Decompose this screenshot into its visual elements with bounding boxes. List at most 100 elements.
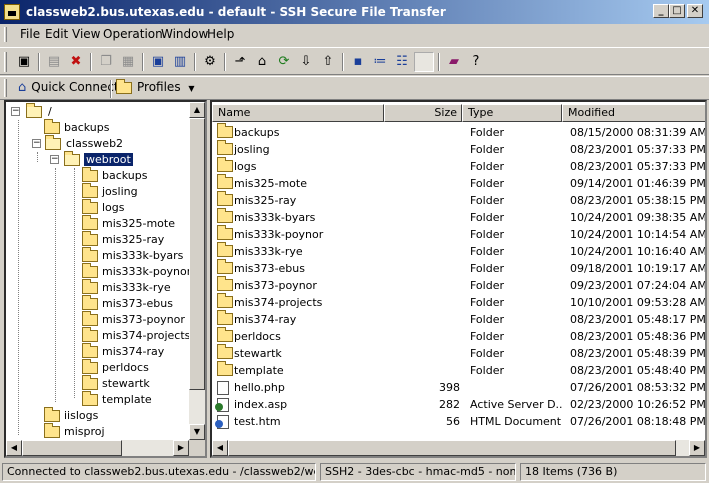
file-modified: 08/23/2001 05:48:36 PM [570,330,706,343]
file-row[interactable]: hello.php 398 07/26/2001 08:53:32 PM [214,379,705,396]
file-row[interactable]: mis325-mote Folder 09/14/2001 01:46:39 PM [214,174,705,192]
file-size: 398 [439,381,460,394]
scroll-down-icon[interactable]: ▼ [189,424,205,440]
file-list-horizontal-scrollbar[interactable]: ◀ ▶ [212,440,705,456]
column-header-type[interactable]: Type [462,104,562,122]
file-row[interactable]: index.asp 282 Active Server D... 02/23/2000… [214,396,705,413]
folder-icon [217,174,233,189]
tree-item-label: mis325-ray [102,233,165,246]
file-row[interactable]: mis374-projects Folder 10/10/2001 09:53:28… [214,293,705,311]
list-view-icon[interactable]: ≔ [370,52,390,72]
scroll-up-icon[interactable]: ▲ [189,102,205,118]
file-row[interactable]: template Folder 08/23/2001 05:48:40 PM [214,361,706,379]
menu-help[interactable]: Help [207,27,234,41]
file-name: josling [234,143,270,156]
folder-tree[interactable]: − / backups − classweb2 − webroot backup… [4,100,207,458]
details-view-icon[interactable]: ☷ [392,52,412,72]
tree-vertical-scrollbar[interactable]: ▲ ▼ [189,102,205,440]
file-type: Folder [470,347,504,360]
scroll-thumb[interactable] [22,440,122,456]
tree-line [74,168,75,398]
file-row[interactable]: stewartk Folder 08/23/2001 05:48:39 PM [214,344,705,362]
file-row[interactable]: mis373-poynor Folder 09/23/2001 07:24:04 A… [214,276,705,294]
upload-icon[interactable]: ⇧ [318,52,338,72]
close-button[interactable]: ✕ [687,4,703,18]
file-modified: 08/23/2001 05:48:40 PM [570,364,706,377]
toolbar-separator [194,53,196,71]
new-terminal-icon[interactable]: ▣ [148,52,168,72]
file-row[interactable]: mis374-ray Folder 08/23/2001 05:48:17 PM [214,310,705,328]
maximize-button[interactable]: □ [669,4,685,18]
column-header-size[interactable]: Size [384,104,462,122]
file-size: 56 [446,415,460,428]
file-row[interactable]: mis325-ray Folder 08/23/2001 05:38:15 PM [214,191,705,209]
file-name: mis325-mote [234,177,307,190]
download-icon[interactable]: ⇩ [296,52,316,72]
collapse-icon[interactable]: − [32,139,41,148]
whats-this-icon[interactable]: ? [466,52,486,72]
large-icons-view-icon[interactable]: ▪ [348,52,368,72]
folder-icon [217,293,233,308]
scroll-thumb[interactable] [189,118,205,390]
new-connection-icon[interactable]: ▤ [44,52,64,72]
menu-operation[interactable]: Operation [103,27,163,41]
menu-window[interactable]: Window [161,27,208,41]
file-type: Folder [470,296,504,309]
toolbar-separator [38,53,40,71]
scroll-right-icon[interactable]: ▶ [689,440,705,456]
quick-connect-button[interactable]: ⌂ Quick Connect [18,80,119,95]
menu-file[interactable]: File [20,27,40,41]
file-row[interactable]: mis333k-byars Folder 10/24/2001 09:38:35 A… [214,208,705,226]
scroll-left-icon[interactable]: ◀ [6,440,22,456]
scroll-thumb[interactable] [228,440,676,456]
file-name: backups [234,126,280,139]
paste-icon[interactable]: ▦ [118,52,138,72]
file-row[interactable]: test.htm 56 HTML Document 07/26/2001 08:18:… [214,413,705,430]
help-topics-icon[interactable]: ▰ [444,52,464,72]
file-row[interactable]: mis333k-poynor Folder 10/24/2001 10:14:54 … [214,225,705,243]
disconnect-icon[interactable]: ✖ [66,52,86,72]
copy-icon[interactable]: ❐ [96,52,116,72]
collapse-icon[interactable]: − [50,155,59,164]
settings-icon[interactable]: ⚙ [200,52,220,72]
file-type: Folder [470,330,504,343]
file-list[interactable]: Name Size Type Modified backups Folder 08/… [210,100,707,458]
tree-horizontal-scrollbar[interactable]: ◀ ▶ [6,440,189,456]
menu-edit[interactable]: Edit [45,27,68,41]
up-directory-icon[interactable]: ⬏ [230,52,250,72]
folder-icon [217,276,233,291]
file-row[interactable]: mis333k-rye Folder 10/24/2001 10:16:40 AM [214,242,705,260]
scroll-left-icon[interactable]: ◀ [212,440,228,456]
file-name: mis325-ray [234,194,297,207]
minimize-button[interactable]: _ [653,4,669,18]
file-row[interactable]: logs Folder 08/23/2001 05:37:33 PM [214,157,705,175]
folder-icon [82,215,98,230]
tree-item-webroot[interactable]: − webroot [44,151,164,168]
status-bar: Connected to classweb2.bus.utexas.edu - … [0,461,709,483]
tree-item-label: backups [102,169,148,182]
profiles-button[interactable]: Profiles ▼ [116,78,195,94]
home-icon[interactable]: ⌂ [252,52,272,72]
toolbar-grip [4,52,7,72]
folder-icon [82,295,98,310]
save-icon[interactable]: ▣ [14,52,34,72]
menu-view[interactable]: View [72,27,100,41]
scroll-right-icon[interactable]: ▶ [173,440,189,456]
file-row[interactable]: mis373-ebus Folder 09/18/2001 10:19:17 AM [214,259,705,277]
folder-icon [82,199,98,214]
file-row[interactable]: josling Folder 08/23/2001 05:37:33 PM [214,140,705,158]
file-row[interactable]: perldocs Folder 08/23/2001 05:48:36 PM [214,327,706,345]
toolbar-separator [90,53,92,71]
toolbar-separator [342,53,344,71]
refresh-icon[interactable]: ⟳ [274,52,294,72]
file-type: Folder [470,228,504,241]
column-header-modified[interactable]: Modified [562,104,705,122]
collapse-icon[interactable]: − [11,107,20,116]
column-header-name[interactable]: Name [212,104,384,122]
new-file-transfer-icon[interactable]: ▥ [170,52,190,72]
tree-item-label: stewartk [102,377,150,390]
file-type: Folder [470,160,504,173]
tree-item-classweb2[interactable]: − classweb2 [12,135,172,152]
file-row[interactable]: backups Folder 08/15/2000 08:31:39 AM [214,123,705,141]
menu-grip [4,27,7,42]
